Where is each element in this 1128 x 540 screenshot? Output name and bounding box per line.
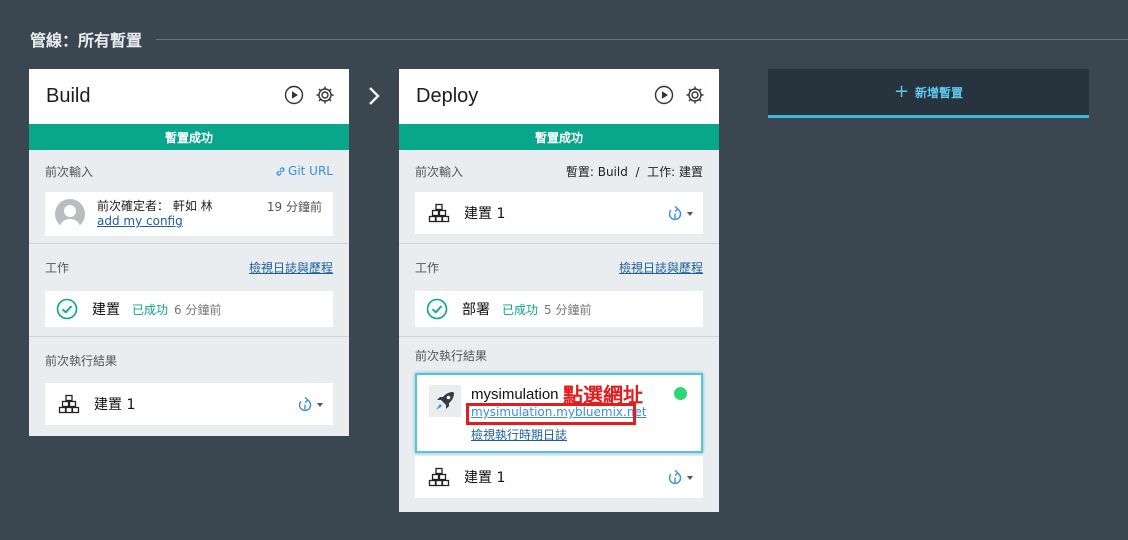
job-status: 已成功 [502,302,539,317]
app-name: mysimulation [471,386,559,403]
stage-name: Deploy [416,85,479,107]
redeploy-icon [298,396,312,412]
view-logs-history-link[interactable]: 檢視日誌與歷程 [249,259,333,276]
chevron-down-icon [317,403,323,407]
check-circle-icon [56,298,78,320]
commit-time: 19 分鐘前 [266,200,322,214]
section-last-results: 前次執行結果 mysimulation mysimulation.mybluem… [399,336,719,512]
section-label: 工作 [45,261,70,275]
stage-header: Build [29,69,349,124]
job-card[interactable]: 建置 已成功 6 分鐘前 [45,291,333,327]
view-logs-history-link[interactable]: 檢視日誌與歷程 [619,259,703,276]
artifact-name: 建置 1 [464,206,506,222]
status-bar: 暫置成功 [29,124,349,150]
add-stage-label: 新增暫置 [915,85,964,100]
check-circle-icon [426,298,448,320]
job-time: 6 分鐘前 [174,302,222,317]
app-card: mysimulation mysimulation.mybluemix.net … [415,373,703,453]
stage-build: Build 暫置成功 前次輸入 Git URL 前次確定者： 軒如 林 add … [29,69,349,436]
section-label: 工作 [415,261,440,275]
artifact-icon [428,467,450,487]
rocket-icon [436,392,454,410]
commit-card: 前次確定者： 軒如 林 add my config 19 分鐘前 [45,192,333,236]
app-running-indicator [674,387,687,400]
plus-icon: + [893,81,910,102]
pipeline-header: 管線：所有暫置 [30,27,1128,51]
artifact-name: 建置 1 [464,470,506,486]
stage-name: Build [46,85,91,107]
gear-icon[interactable] [315,85,335,105]
section-label: 前次輸入 [415,164,464,179]
chevron-down-icon [687,212,693,216]
redeploy-icon [668,469,682,485]
job-name: 部署 [462,302,490,318]
artifact-icon [428,203,450,223]
status-bar: 暫置成功 [399,124,719,150]
commit-author: 前次確定者： 軒如 林 [97,199,213,213]
chevron-right-icon [369,87,380,105]
redeploy-menu[interactable] [296,396,323,414]
redeploy-icon [668,205,682,221]
annotation-highlight-box [466,403,636,425]
header-divider [156,38,1128,40]
stage-deploy: Deploy 暫置成功 前次輸入 暫置: Build / 工作: 建置 建置 1… [399,69,719,512]
artifact-card[interactable]: 建置 1 [45,383,333,425]
section-last-input: 前次輸入 Git URL 前次確定者： 軒如 林 add my config 1… [29,150,349,243]
artifact-card[interactable]: 建置 1 [415,192,703,234]
commit-message-link[interactable]: add my config [97,214,213,229]
artifact-icon [58,394,80,414]
gear-icon[interactable] [685,85,705,105]
section-label: 前次輸入 [45,164,94,179]
link-icon [276,166,285,176]
section-last-results: 前次執行結果 建置 1 [29,336,349,434]
artifact-card[interactable]: 建置 1 [415,456,703,498]
job-time: 5 分鐘前 [544,302,592,317]
chevron-down-icon [687,476,693,480]
input-source: 暫置: Build / 工作: 建置 [565,164,703,179]
stage-header: Deploy [399,69,719,124]
page-title: 管線：所有暫置 [30,31,143,50]
app-logo [429,385,461,417]
artifact-name: 建置 1 [94,397,136,413]
git-url-link[interactable]: Git URL [275,164,333,178]
runtime-logs-link[interactable]: 檢視執行時期日誌 [471,426,567,443]
section-label: 前次執行結果 [415,348,488,363]
play-icon[interactable] [284,85,304,105]
play-icon[interactable] [654,85,674,105]
git-url-label: Git URL [288,164,333,178]
add-stage-button[interactable]: + 新增暫置 [768,69,1089,118]
redeploy-menu[interactable] [666,469,693,487]
section-jobs: 工作 檢視日誌與歷程 部署 已成功 5 分鐘前 [399,243,719,336]
redeploy-menu[interactable] [666,205,693,223]
job-name: 建置 [92,302,120,318]
section-last-input: 前次輸入 暫置: Build / 工作: 建置 建置 1 [399,150,719,243]
section-label: 前次執行結果 [45,353,118,368]
job-status: 已成功 [132,302,169,317]
section-jobs: 工作 檢視日誌與歷程 建置 已成功 6 分鐘前 [29,243,349,336]
job-card[interactable]: 部署 已成功 5 分鐘前 [415,291,703,327]
avatar [55,199,85,229]
